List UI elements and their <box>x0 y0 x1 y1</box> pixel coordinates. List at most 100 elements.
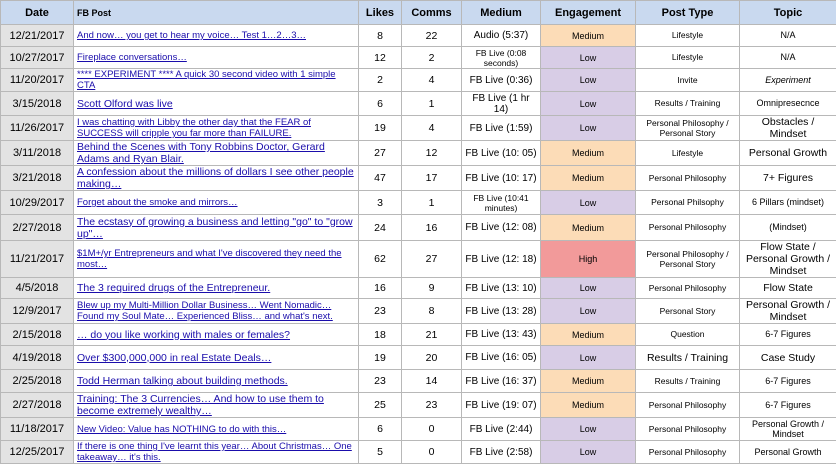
post-link[interactable]: $1M+/yr Entrepreneurs and what I've disc… <box>77 248 342 270</box>
engagement-badge[interactable]: Low <box>540 417 636 441</box>
topic-cell[interactable]: Personal Growth / Mindset <box>739 298 836 324</box>
engagement-badge[interactable]: Low <box>540 440 636 464</box>
likes-cell[interactable]: 19 <box>358 115 402 141</box>
medium-cell[interactable]: FB Live (13: 10) <box>461 277 541 299</box>
post-cell[interactable]: If there is one thing I've learnt this y… <box>73 440 359 464</box>
post-link[interactable]: I was chatting with Libby the other day … <box>77 117 311 139</box>
medium-cell[interactable]: FB Live (16: 37) <box>461 369 541 393</box>
likes-cell[interactable]: 2 <box>358 68 402 92</box>
medium-cell[interactable]: FB Live (12: 18) <box>461 240 541 278</box>
post-cell[interactable]: New Video: Value has NOTHING to do with … <box>73 417 359 441</box>
post-cell[interactable]: $1M+/yr Entrepreneurs and what I've disc… <box>73 240 359 278</box>
date-cell[interactable]: 2/25/2018 <box>0 369 74 393</box>
comms-cell[interactable]: 4 <box>401 115 462 141</box>
comms-cell[interactable]: 21 <box>401 323 462 346</box>
post-cell[interactable]: Forget about the smoke and mirrors… <box>73 190 359 215</box>
topic-cell[interactable]: Personal Growth <box>739 440 836 464</box>
header-topic[interactable]: Topic <box>739 0 836 25</box>
likes-cell[interactable]: 16 <box>358 277 402 299</box>
likes-cell[interactable]: 25 <box>358 392 402 418</box>
likes-cell[interactable]: 18 <box>358 323 402 346</box>
topic-cell[interactable]: 6-7 Figures <box>739 369 836 393</box>
date-cell[interactable]: 2/27/2018 <box>0 214 74 241</box>
post-cell[interactable]: I was chatting with Libby the other day … <box>73 115 359 141</box>
post-type-cell[interactable]: Personal Philosophy / Personal Story <box>635 240 740 278</box>
header-date[interactable]: Date <box>0 0 74 25</box>
likes-cell[interactable]: 3 <box>358 190 402 215</box>
post-cell[interactable]: A confession about the millions of dolla… <box>73 165 359 191</box>
post-type-cell[interactable]: Lifestyle <box>635 46 740 69</box>
engagement-badge[interactable]: Low <box>540 298 636 324</box>
comms-cell[interactable]: 1 <box>401 91 462 116</box>
post-cell[interactable]: **** EXPERIMENT **** A quick 30 second v… <box>73 68 359 92</box>
engagement-badge[interactable]: Medium <box>540 392 636 418</box>
medium-cell[interactable]: FB Live (1:59) <box>461 115 541 141</box>
engagement-badge[interactable]: High <box>540 240 636 278</box>
header-post-type[interactable]: Post Type <box>635 0 740 25</box>
medium-cell[interactable]: FB Live (10:41 minutes) <box>461 190 541 215</box>
engagement-badge[interactable]: Low <box>540 91 636 116</box>
topic-cell[interactable]: 6 Pillars (mindset) <box>739 190 836 215</box>
header-fb-post[interactable]: FB Post <box>73 0 359 25</box>
engagement-badge[interactable]: Low <box>540 68 636 92</box>
post-type-cell[interactable]: Personal Philsophy <box>635 190 740 215</box>
engagement-badge[interactable]: Medium <box>540 369 636 393</box>
engagement-badge[interactable]: Low <box>540 277 636 299</box>
header-comms[interactable]: Comms <box>401 0 462 25</box>
post-cell[interactable]: Fireplace conversations… <box>73 46 359 69</box>
comms-cell[interactable]: 27 <box>401 240 462 278</box>
header-likes[interactable]: Likes <box>358 0 402 25</box>
header-medium[interactable]: Medium <box>461 0 541 25</box>
date-cell[interactable]: 3/11/2018 <box>0 140 74 166</box>
topic-cell[interactable]: 6-7 Figures <box>739 323 836 346</box>
post-type-cell[interactable]: Personal Philosophy <box>635 440 740 464</box>
medium-cell[interactable]: Audio (5:37) <box>461 24 541 47</box>
engagement-badge[interactable]: Medium <box>540 214 636 241</box>
topic-cell[interactable]: N/A <box>739 24 836 47</box>
comms-cell[interactable]: 4 <box>401 68 462 92</box>
post-type-cell[interactable]: Lifestyle <box>635 24 740 47</box>
post-type-cell[interactable]: Personal Philosophy <box>635 214 740 241</box>
post-type-cell[interactable]: Personal Philosophy <box>635 417 740 441</box>
post-type-cell[interactable]: Personal Philosophy / Personal Story <box>635 115 740 141</box>
topic-cell[interactable]: 7+ Figures <box>739 165 836 191</box>
post-link[interactable]: A confession about the millions of dolla… <box>77 167 354 190</box>
date-cell[interactable]: 11/26/2017 <box>0 115 74 141</box>
medium-cell[interactable]: FB Live (0:36) <box>461 68 541 92</box>
post-link[interactable]: New Video: Value has NOTHING to do with … <box>77 424 286 435</box>
medium-cell[interactable]: FB Live (1 hr 14) <box>461 91 541 116</box>
likes-cell[interactable]: 6 <box>358 91 402 116</box>
comms-cell[interactable]: 9 <box>401 277 462 299</box>
post-cell[interactable]: … do you like working with males or fema… <box>73 323 359 346</box>
post-cell[interactable]: The ecstasy of growing a business and le… <box>73 214 359 241</box>
topic-cell[interactable]: Flow State / Personal Growth / Mindset <box>739 240 836 278</box>
topic-cell[interactable]: Omnipresecnce <box>739 91 836 116</box>
post-link[interactable]: Todd Herman talking about building metho… <box>77 375 288 387</box>
comms-cell[interactable]: 22 <box>401 24 462 47</box>
post-type-cell[interactable]: Results / Training <box>635 369 740 393</box>
date-cell[interactable]: 10/27/2017 <box>0 46 74 69</box>
post-cell[interactable]: Blew up my Multi-Million Dollar Business… <box>73 298 359 324</box>
post-type-cell[interactable]: Personal Story <box>635 298 740 324</box>
post-link[interactable]: The 3 required drugs of the Entrepreneur… <box>77 282 270 294</box>
engagement-badge[interactable]: Low <box>540 115 636 141</box>
post-link[interactable]: … do you like working with males or fema… <box>77 329 290 341</box>
date-cell[interactable]: 12/25/2017 <box>0 440 74 464</box>
topic-cell[interactable]: Personal Growth <box>739 140 836 166</box>
topic-cell[interactable]: Case Study <box>739 345 836 370</box>
post-link[interactable]: Over $300,000,000 in real Estate Deals… <box>77 352 271 364</box>
date-cell[interactable]: 2/15/2018 <box>0 323 74 346</box>
likes-cell[interactable]: 8 <box>358 24 402 47</box>
post-cell[interactable]: And now… you get to hear my voice… Test … <box>73 24 359 47</box>
post-link[interactable]: Scott Olford was live <box>77 98 173 110</box>
date-cell[interactable]: 11/18/2017 <box>0 417 74 441</box>
post-type-cell[interactable]: Personal Philosophy <box>635 277 740 299</box>
likes-cell[interactable]: 19 <box>358 345 402 370</box>
comms-cell[interactable]: 20 <box>401 345 462 370</box>
post-type-cell[interactable]: Personal Philosophy <box>635 165 740 191</box>
topic-cell[interactable]: Experiment <box>739 68 836 92</box>
post-type-cell[interactable]: Personal Philosophy <box>635 392 740 418</box>
medium-cell[interactable]: FB Live (13: 28) <box>461 298 541 324</box>
medium-cell[interactable]: FB Live (0:08 seconds) <box>461 46 541 69</box>
comms-cell[interactable]: 14 <box>401 369 462 393</box>
